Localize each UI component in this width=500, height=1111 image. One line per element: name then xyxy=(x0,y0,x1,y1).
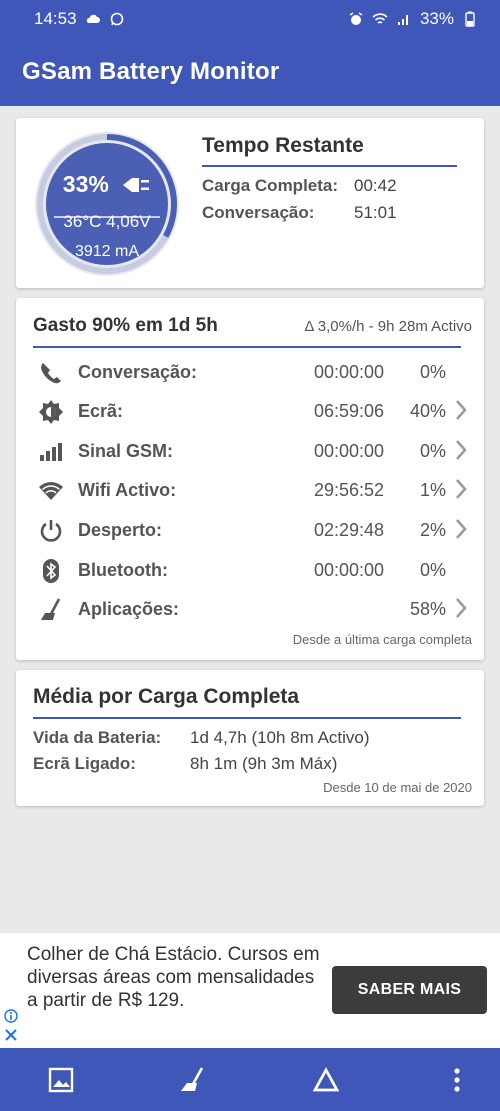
app-title: GSam Battery Monitor xyxy=(22,58,280,85)
apps-button[interactable] xyxy=(178,1066,206,1094)
usage-title: Gasto 90% em 1d 5h xyxy=(33,315,218,336)
usage-row-screen[interactable]: Ecrã: 06:59:06 40% xyxy=(16,393,484,429)
screen-on-row: Ecrã Ligado: 8h 1m (9h 3m Máx) xyxy=(33,754,338,773)
cloud-icon xyxy=(85,12,101,26)
usage-row-bluetooth[interactable]: Bluetooth: 00:00:00 0% xyxy=(16,552,484,588)
signal-bars-icon xyxy=(40,443,62,461)
signal-status-icon xyxy=(396,12,412,26)
remaining-time-title: Tempo Restante xyxy=(202,134,364,157)
status-bar: 14:53 33% xyxy=(0,0,500,38)
more-vertical-icon xyxy=(454,1068,460,1092)
usage-card: Gasto 90% em 1d 5h Δ 3,0%/h - 9h 28m Act… xyxy=(16,298,484,660)
title-divider xyxy=(202,165,457,167)
image-button[interactable] xyxy=(47,1066,75,1094)
usage-row-gsm-signal[interactable]: Sinal GSM: 00:00:00 0% xyxy=(16,433,484,469)
ad-text[interactable]: Colher de Chá Estácio. Cursos em diversa… xyxy=(27,943,322,1012)
phone-icon xyxy=(41,363,61,384)
power-icon xyxy=(40,520,62,542)
battery-percent-text: 33% xyxy=(419,9,454,28)
whatsapp-icon xyxy=(109,12,125,26)
screen-brightness-icon xyxy=(39,400,63,424)
battery-charging-icon xyxy=(462,11,478,27)
chevron-right-icon xyxy=(456,519,467,539)
summary-card[interactable]: 33% 36°C 4,06V 3912 mA Tempo Restante Ca… xyxy=(16,118,484,288)
delta-icon xyxy=(313,1067,339,1092)
alarm-icon xyxy=(348,12,364,26)
drain-rate: Δ 3,0%/h - 9h 28m Activo xyxy=(304,318,472,335)
app-bar: GSam Battery Monitor xyxy=(0,38,500,106)
chevron-right-icon xyxy=(456,479,467,499)
battery-percent: 33% xyxy=(62,171,109,197)
status-time: 14:53 xyxy=(34,9,77,28)
battery-life-row: Vida da Bateria: 1d 4,7h (10h 8m Activo) xyxy=(33,728,370,747)
average-title: Média por Carga Completa xyxy=(33,685,300,708)
usage-row-wifi[interactable]: Wifi Activo: 29:56:52 1% xyxy=(16,472,484,508)
ad-cta-button[interactable]: SABER MAIS xyxy=(332,966,487,1014)
wifi-status-icon xyxy=(372,12,388,26)
broom-icon xyxy=(41,598,61,620)
usage-row-awake[interactable]: Desperto: 02:29:48 2% xyxy=(16,512,484,548)
image-icon xyxy=(48,1067,74,1093)
full-charge-row: Carga Completa: 00:42 xyxy=(202,176,397,195)
usage-row-conversation[interactable]: Conversação: 00:00:00 0% xyxy=(16,354,484,390)
broom-icon xyxy=(181,1067,204,1091)
ad-info-icon[interactable] xyxy=(4,1009,18,1023)
average-card: Média por Carga Completa Vida da Bateria… xyxy=(16,670,484,806)
plug-icon xyxy=(121,172,151,199)
title-divider xyxy=(33,346,461,348)
title-divider xyxy=(33,717,461,719)
current-draw: 3912 mA xyxy=(74,243,140,260)
bluetooth-icon xyxy=(43,559,59,583)
ad-banner[interactable]: Colher de Chá Estácio. Cursos em diversa… xyxy=(0,933,500,1048)
overflow-menu-button[interactable] xyxy=(443,1066,471,1094)
ad-close-icon[interactable] xyxy=(3,1027,19,1043)
usage-footer: Desde a última carga completa xyxy=(292,632,472,647)
bottom-nav xyxy=(0,1048,500,1111)
usage-row-applications[interactable]: Aplicações: 58% xyxy=(16,591,484,627)
chevron-right-icon xyxy=(456,440,467,460)
wifi-icon xyxy=(39,482,63,500)
chevron-right-icon xyxy=(456,400,467,420)
average-footer: Desde 10 de mai de 2020 xyxy=(323,780,472,795)
talk-time-row: Conversação: 51:01 xyxy=(202,203,397,222)
chevron-right-icon xyxy=(456,598,467,618)
delta-button[interactable] xyxy=(312,1066,340,1094)
temp-voltage: 36°C 4,06V xyxy=(63,212,151,231)
